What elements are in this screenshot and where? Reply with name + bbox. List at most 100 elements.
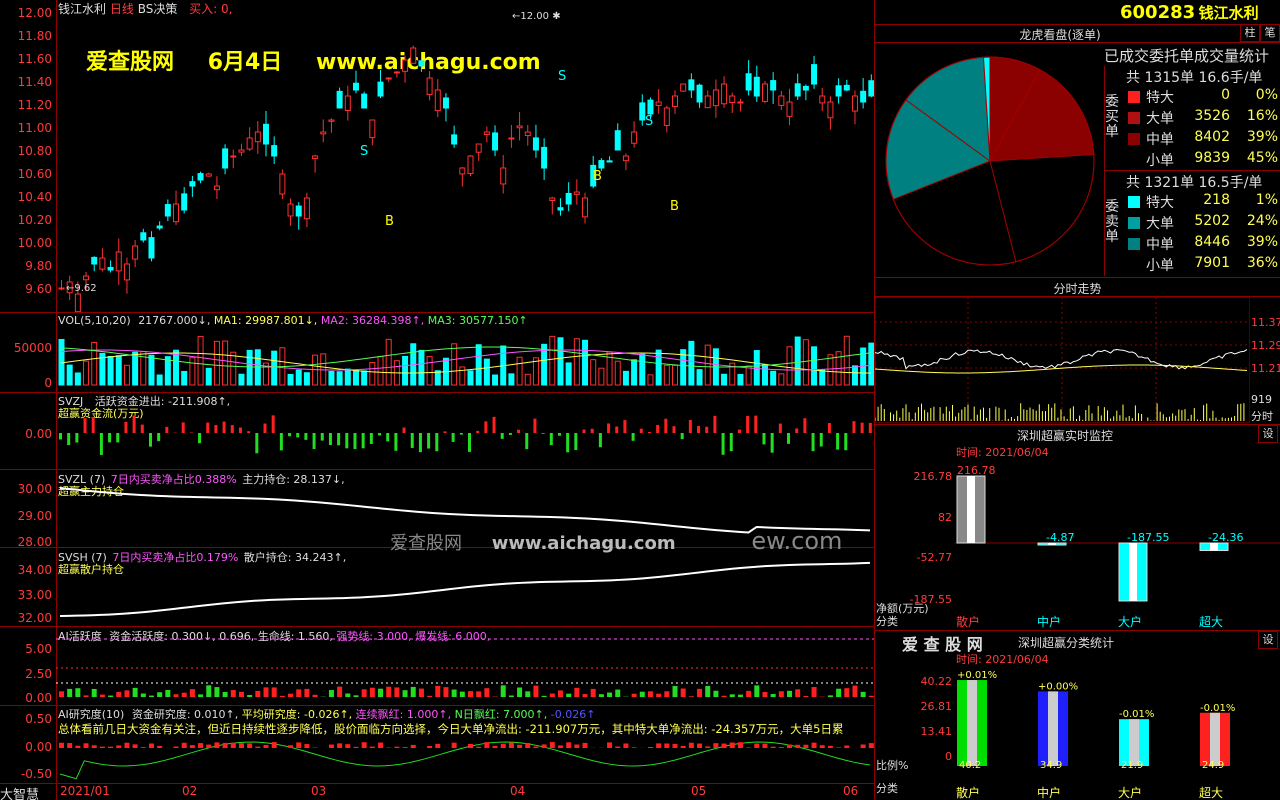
- ai-research-chart[interactable]: [56, 706, 874, 783]
- activity-bar: [345, 693, 351, 697]
- ai-research-y-label: 0.00: [25, 740, 52, 754]
- fund-flow-bar: [140, 424, 144, 433]
- volume-bar: [173, 349, 180, 386]
- intraday-y-label: 11.29: [1251, 339, 1280, 352]
- svsh-chart[interactable]: [56, 548, 874, 626]
- svsh-y-label: 32.00: [17, 611, 52, 625]
- fund-flow-bar: [165, 426, 169, 433]
- volume-bar: [770, 370, 777, 386]
- activity-bar: [288, 693, 294, 697]
- research-bar: [705, 746, 711, 748]
- fund-flow-bar: [721, 433, 725, 455]
- fund-flow-bar: [484, 421, 488, 433]
- fund-flow-bar: [410, 433, 414, 448]
- activity-bar: [91, 688, 97, 697]
- activity-bar: [721, 695, 727, 697]
- volume-bar: [426, 356, 433, 386]
- settings-button[interactable]: 设: [1258, 631, 1278, 649]
- intraday-chart[interactable]: [875, 297, 1250, 423]
- class-category: 大户: [1118, 786, 1143, 800]
- ai-active-chart[interactable]: [56, 627, 874, 705]
- research-bar: [288, 745, 294, 748]
- candle-body: [410, 47, 417, 64]
- candle-body: [115, 251, 122, 272]
- fund-flow-bar: [157, 433, 161, 442]
- fund-flow-bar: [631, 433, 635, 441]
- research-bar: [631, 747, 637, 748]
- x-axis-label: 03: [311, 784, 327, 798]
- activity-bar: [59, 691, 64, 697]
- research-bar: [500, 743, 506, 748]
- ai-active-y-label: 0.00: [25, 691, 52, 705]
- fund-flow-bar: [607, 423, 611, 433]
- activity-bar: [189, 689, 195, 697]
- activity-bar: [157, 692, 163, 697]
- row-pct: 39%: [1246, 129, 1278, 145]
- activity-bar: [173, 694, 179, 697]
- class-y-label: 40.22: [920, 675, 953, 688]
- candle-body: [205, 173, 212, 177]
- research-bar: [328, 744, 334, 748]
- volume-bar: [66, 364, 73, 386]
- research-bar: [222, 742, 228, 748]
- class-bar-chart[interactable]: +0.01% 40.2 +0.00% 34.9 -0.01% 21.9 -0.01% 24.9: [955, 664, 1280, 770]
- fund-flow-bar: [312, 433, 316, 450]
- research-bar: [181, 742, 187, 748]
- activity-bar: [827, 695, 833, 697]
- candle-body: [328, 119, 335, 122]
- candle-body: [721, 83, 728, 105]
- y-label: 11.00: [17, 121, 52, 135]
- volume-bar: [205, 367, 212, 386]
- volume-bar: [369, 362, 376, 386]
- high-value: 12.00: [520, 11, 550, 22]
- activity-bar: [860, 691, 866, 697]
- candle-body: [557, 207, 564, 211]
- research-bar: [811, 742, 817, 748]
- candle-body: [827, 101, 834, 119]
- realtime-bar-chart[interactable]: 216.78 -4.87 -187.55 -24.36: [955, 458, 1280, 612]
- volume-bar: [352, 369, 359, 386]
- research-bar: [435, 743, 441, 748]
- volume-bar: [573, 338, 580, 386]
- fund-flow-bar: [852, 421, 856, 433]
- volume-chart[interactable]: [56, 313, 874, 392]
- research-bar: [484, 742, 490, 748]
- candle-body: [402, 59, 409, 72]
- research-bar: [198, 743, 204, 748]
- fund-flow-bar: [844, 433, 848, 451]
- main-chart-area[interactable]: 钱江水利 日线 BS决策 买入: 0, 爱查股网 6月4日 www.aichag…: [0, 0, 874, 800]
- candle-body: [508, 137, 515, 140]
- fund-flow-bar: [647, 431, 651, 433]
- tick-button[interactable]: 笔: [1260, 24, 1280, 42]
- candle-body: [197, 173, 204, 181]
- candle-body: [819, 95, 826, 104]
- research-bar: [296, 742, 302, 748]
- candle-body: [811, 64, 818, 85]
- activity-bar: [386, 686, 392, 697]
- settings-button[interactable]: 设: [1258, 425, 1278, 443]
- activity-bar: [140, 693, 146, 697]
- net-amount-label: -187.55: [1127, 531, 1169, 544]
- research-bar: [214, 742, 220, 748]
- research-bar: [59, 742, 64, 748]
- y-label: 11.80: [17, 29, 52, 43]
- volume-bar: [778, 373, 785, 386]
- svzj-y-label: 0.00: [25, 427, 52, 441]
- pie-chart[interactable]: [880, 50, 1100, 272]
- column-button[interactable]: 柱: [1240, 24, 1260, 42]
- activity-bar: [206, 685, 212, 697]
- candlestick-chart[interactable]: S B S B S B: [56, 0, 874, 312]
- fund-flow-bar: [181, 422, 185, 433]
- sell-row: 中单 8446 39%: [1126, 234, 1280, 255]
- fund-flow-bar: [566, 433, 570, 453]
- volume-bar: [483, 358, 490, 386]
- rt-category: 中户: [1037, 615, 1062, 629]
- candle-body: [312, 155, 319, 159]
- candle-body: [770, 80, 777, 91]
- volume-bar: [181, 370, 188, 386]
- svzj-chart[interactable]: [56, 393, 874, 469]
- activity-bar: [402, 690, 408, 697]
- candle-body: [99, 257, 106, 270]
- volume-bar: [663, 364, 670, 386]
- volume-bar: [745, 365, 752, 386]
